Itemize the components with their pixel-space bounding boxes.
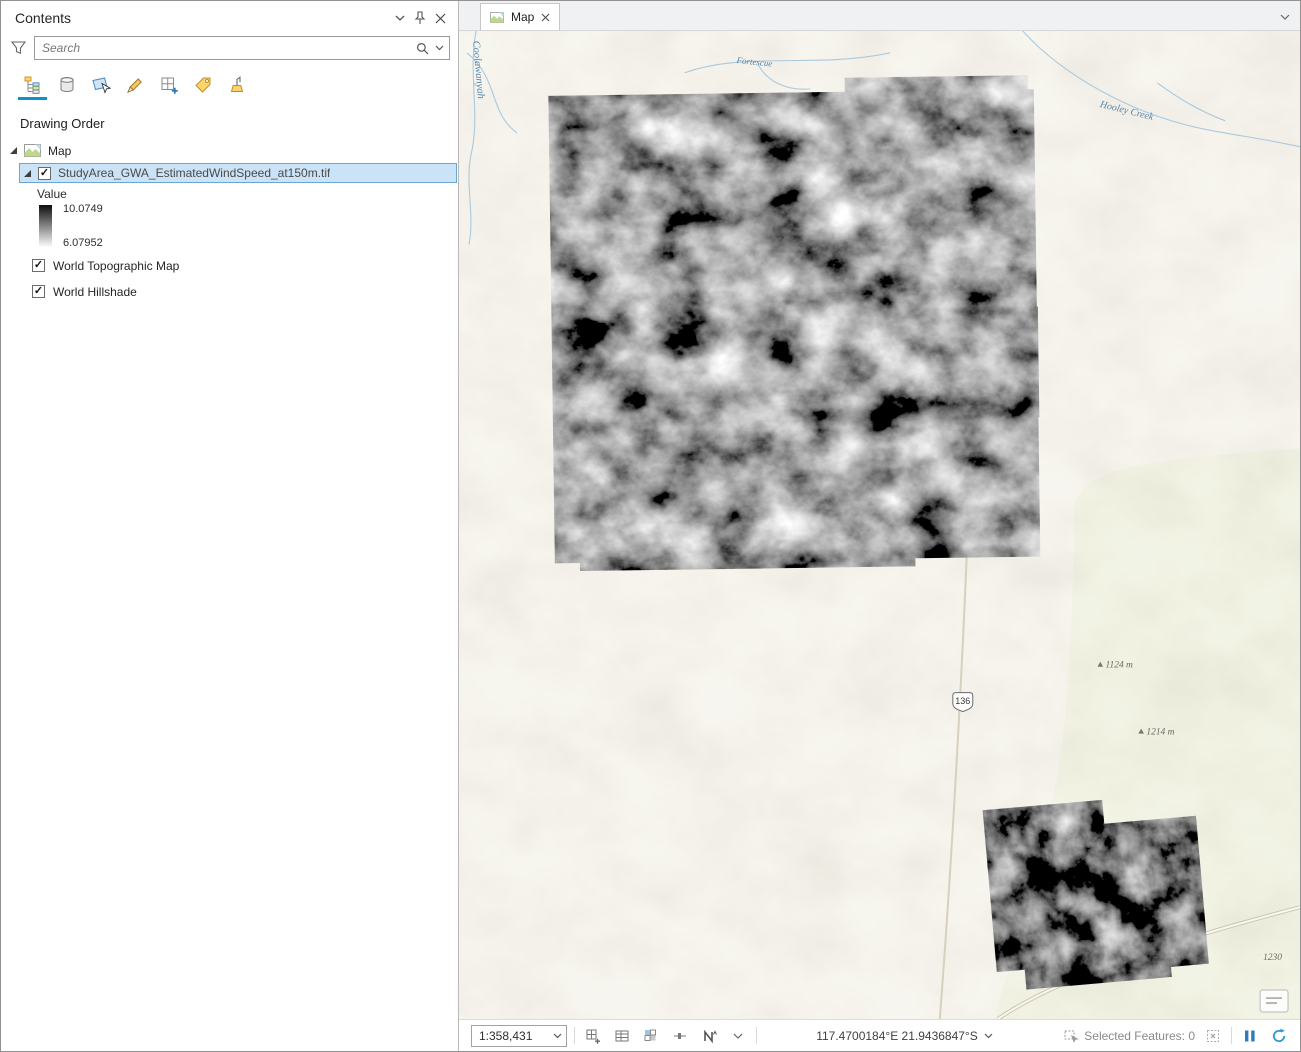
coordinates-display[interactable]: 117.4700184°E 21.9436847°S bbox=[816, 1029, 993, 1043]
map-tab-icon bbox=[490, 11, 504, 23]
contents-pane-title: Contents bbox=[15, 10, 72, 26]
filter-icon[interactable] bbox=[9, 41, 27, 55]
tab-close-icon[interactable] bbox=[541, 13, 550, 22]
layer-expander-icon[interactable] bbox=[24, 169, 31, 177]
map-view-tab[interactable]: Map bbox=[480, 3, 561, 30]
statusbar-divider bbox=[574, 1027, 575, 1044]
selected-features-label: Selected Features: 0 bbox=[1084, 1028, 1195, 1043]
north-arrow-icon[interactable] bbox=[698, 1025, 720, 1047]
statusbar-divider bbox=[756, 1027, 757, 1044]
tree-item-topographic[interactable]: World Topographic Map bbox=[1, 254, 458, 277]
tab-list-by-snapping[interactable] bbox=[153, 70, 184, 100]
pixel-editor-icon[interactable] bbox=[640, 1025, 662, 1047]
tab-list-by-labeling[interactable] bbox=[187, 70, 218, 100]
slider-icon[interactable] bbox=[669, 1025, 691, 1047]
drawing-order-heading: Drawing Order bbox=[20, 116, 105, 131]
scale-value[interactable]: 1:358,431 bbox=[479, 1029, 553, 1043]
tree-item-windspeed-layer[interactable]: StudyArea_GWA_EstimatedWindSpeed_at150m.… bbox=[19, 163, 457, 183]
legend-color-ramp bbox=[39, 205, 52, 247]
map-notification-button[interactable] bbox=[1259, 989, 1289, 1013]
contents-pane-header: Contents bbox=[1, 1, 458, 32]
pane-pin-icon[interactable] bbox=[410, 8, 430, 28]
arcgis-pro-window: Contents Search Drawing Order Map ✓ Stud… bbox=[0, 0, 1301, 1052]
pause-drawing-icon[interactable] bbox=[1239, 1025, 1261, 1047]
selected-features-icon bbox=[1063, 1028, 1080, 1044]
pane-close-icon[interactable] bbox=[430, 8, 450, 28]
tree-item-hillshade[interactable]: World Hillshade bbox=[1, 280, 458, 303]
map-icon bbox=[24, 144, 41, 157]
map-status-bar: 1:358,431 117.4700184°E 21.9436847°S Sel… bbox=[459, 1019, 1300, 1051]
tab-list-by-selection[interactable] bbox=[85, 70, 116, 100]
refresh-map-icon[interactable] bbox=[1268, 1025, 1290, 1047]
legend-max-value: 10.0749 bbox=[63, 203, 103, 215]
elevation-label-1214: 1214 m bbox=[1146, 728, 1174, 738]
map-tab-label: Map bbox=[511, 10, 535, 24]
scale-chevron-icon[interactable] bbox=[553, 1033, 562, 1039]
contents-pane: Contents Search Drawing Order Map ✓ Stud… bbox=[1, 1, 459, 1051]
search-options-chevron-icon[interactable] bbox=[435, 45, 444, 51]
hillshade-layer-label: World Hillshade bbox=[53, 284, 137, 299]
route-shield-136: 136 bbox=[952, 692, 974, 713]
map-item-label: Map bbox=[48, 143, 72, 158]
map-viewport[interactable]: Hooley Creek Fortescue Coolawanyah 136 1… bbox=[459, 31, 1300, 1019]
search-icon[interactable] bbox=[416, 42, 429, 55]
tab-list-by-drawing-order[interactable] bbox=[17, 70, 48, 100]
tab-list-chevron-icon[interactable] bbox=[1280, 9, 1290, 23]
windspeed-layer-label: StudyArea_GWA_EstimatedWindSpeed_at150m.… bbox=[58, 166, 331, 180]
route-shield-label: 136 bbox=[955, 696, 970, 706]
view-tab-bar: Map bbox=[459, 1, 1300, 31]
map-grid-icon[interactable] bbox=[582, 1025, 604, 1047]
topographic-visibility-checkbox[interactable] bbox=[32, 259, 45, 272]
tab-list-by-data-source[interactable] bbox=[51, 70, 82, 100]
tree-item-map[interactable]: Map bbox=[1, 139, 458, 162]
clear-selection-icon[interactable] bbox=[1202, 1025, 1224, 1047]
search-input[interactable] bbox=[42, 41, 410, 55]
statusbar-divider bbox=[1231, 1027, 1232, 1044]
coordinates-chevron-icon[interactable] bbox=[984, 1033, 993, 1039]
topographic-layer-label: World Topographic Map bbox=[53, 258, 180, 273]
layer-tree: Map StudyArea_GWA_EstimatedWindSpeed_at1… bbox=[1, 139, 458, 303]
elevation-label-1230: 1230 bbox=[1263, 953, 1282, 963]
windspeed-legend: Value 10.0749 6.07952 bbox=[37, 187, 458, 249]
search-box bbox=[34, 36, 450, 60]
windspeed-visibility-checkbox[interactable] bbox=[38, 166, 51, 180]
raster-windspeed-small bbox=[982, 800, 1209, 990]
tab-list-by-charts[interactable] bbox=[221, 70, 252, 100]
hillshade-visibility-checkbox[interactable] bbox=[32, 285, 45, 298]
legend-title: Value bbox=[37, 187, 67, 201]
coordinates-value: 117.4700184°E 21.9436847°S bbox=[816, 1028, 978, 1043]
pane-menu-chevron-icon[interactable] bbox=[390, 8, 410, 28]
attribute-table-icon[interactable] bbox=[611, 1025, 633, 1047]
map-expander-icon[interactable] bbox=[10, 147, 17, 154]
map-canvas-svg: Hooley Creek Fortescue Coolawanyah 136 1… bbox=[459, 31, 1300, 1019]
contents-toolbar bbox=[1, 66, 458, 100]
map-view-area: Map Hooley Creek Fortescue Coolawanyah 1… bbox=[459, 1, 1300, 1051]
legend-min-value: 6.07952 bbox=[63, 237, 103, 249]
tab-list-by-editing[interactable] bbox=[119, 70, 150, 100]
contents-search-row bbox=[1, 32, 458, 66]
scale-combo[interactable]: 1:358,431 bbox=[471, 1024, 567, 1047]
elevation-label-1124: 1124 m bbox=[1105, 661, 1133, 671]
raster-windspeed-main bbox=[548, 75, 1040, 571]
statusbar-more-chevron-icon[interactable] bbox=[727, 1025, 749, 1047]
selected-features: Selected Features: 0 bbox=[1063, 1028, 1195, 1044]
